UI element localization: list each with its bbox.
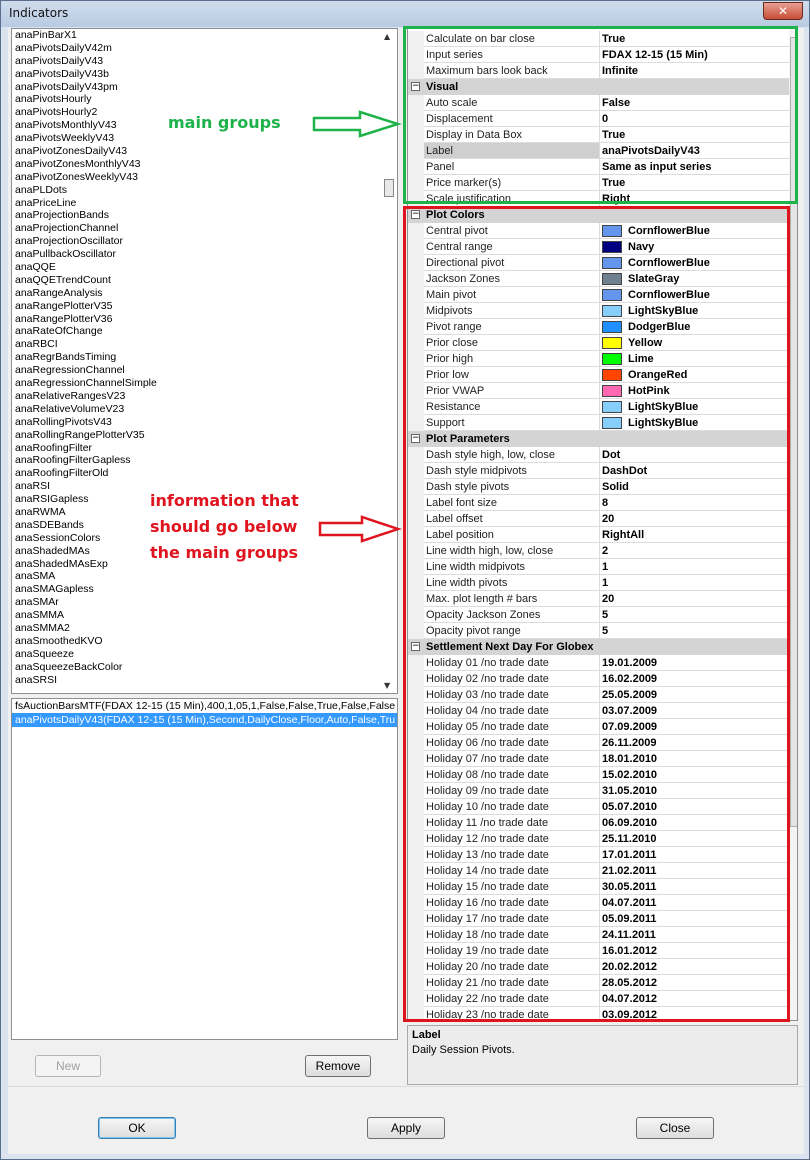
indicator-list-item[interactable]: anaSMMA [12, 609, 397, 622]
indicator-list-item[interactable]: anaSMMA2 [12, 622, 397, 635]
applied-indicator-item[interactable]: fsAuctionBarsMTF(FDAX 12-15 (15 Min),400… [12, 699, 397, 713]
indicator-list-item[interactable]: anaPivotZonesWeeklyV43 [12, 171, 397, 184]
indicator-list-item[interactable]: anaSMA [12, 570, 397, 583]
indicator-list-item[interactable]: anaRateOfChange [12, 325, 397, 338]
indicator-list-item[interactable]: anaPLDots [12, 184, 397, 197]
main-groups-highlight-box [403, 26, 798, 204]
help-title: Label [412, 1029, 441, 1041]
indicator-list-item[interactable]: anaQQETrendCount [12, 274, 397, 287]
annotation-below-groups: information that should go below the mai… [150, 488, 299, 566]
scroll-up-arrow-icon[interactable]: ▲ [384, 32, 390, 41]
indicator-list-item[interactable]: anaRegressionChannel [12, 364, 397, 377]
dialog-button-bar: OK Apply Close [8, 1086, 804, 1154]
indicator-list-item[interactable]: anaRoofingFilter [12, 442, 397, 455]
indicator-list-item[interactable]: anaPivotZonesMonthlyV43 [12, 158, 397, 171]
indicator-list-scroll-thumb[interactable] [384, 179, 394, 197]
annotation-line: should go below [150, 517, 298, 536]
scroll-down-arrow-icon[interactable]: ▼ [384, 681, 390, 690]
annotation-line: main groups [168, 113, 281, 132]
indicator-list-item[interactable]: anaRegressionChannelSimple [12, 377, 397, 390]
indicator-list-item[interactable]: anaProjectionBands [12, 209, 397, 222]
indicator-list-item[interactable]: anaRelativeVolumeV23 [12, 403, 397, 416]
title-bar[interactable]: Indicators ✕ [1, 1, 809, 27]
indicator-list-item[interactable]: anaPriceLine [12, 197, 397, 210]
ok-button[interactable]: OK [98, 1117, 176, 1139]
indicator-list-item[interactable]: anaPinBarX1 [12, 29, 397, 42]
indicator-list-item[interactable]: anaSMAGapless [12, 583, 397, 596]
close-window-button[interactable]: ✕ [763, 2, 803, 20]
indicator-list-item[interactable]: anaPullbackOscillator [12, 248, 397, 261]
applied-indicators-items: fsAuctionBarsMTF(FDAX 12-15 (15 Min),400… [12, 699, 397, 727]
new-button[interactable]: New [35, 1055, 101, 1077]
annotation-main-groups: main groups [168, 110, 281, 136]
indicator-list-item[interactable]: anaPivotsDailyV43 [12, 55, 397, 68]
green-arrow-icon [312, 110, 402, 138]
indicator-list-item[interactable]: anaRegrBandsTiming [12, 351, 397, 364]
indicator-list-item[interactable]: anaRoofingFilterOld [12, 467, 397, 480]
indicator-list-item[interactable]: anaRangePlotterV36 [12, 313, 397, 326]
indicator-list-item[interactable]: anaSqueeze [12, 648, 397, 661]
indicator-list-item[interactable]: anaProjectionOscillator [12, 235, 397, 248]
window-title: Indicators [9, 6, 69, 20]
applied-indicator-item[interactable]: anaPivotsDailyV43(FDAX 12-15 (15 Min),Se… [12, 713, 397, 727]
indicator-list-item[interactable]: anaRollingPivotsV43 [12, 416, 397, 429]
indicator-list-item[interactable]: anaProjectionChannel [12, 222, 397, 235]
indicator-list-item[interactable]: anaPivotsDailyV43pm [12, 81, 397, 94]
applied-indicators-list[interactable]: fsAuctionBarsMTF(FDAX 12-15 (15 Min),400… [11, 698, 398, 1040]
indicator-list-item[interactable]: anaRollingRangePlotterV35 [12, 429, 397, 442]
indicator-list-item[interactable]: anaRelativeRangesV23 [12, 390, 397, 403]
indicator-list-item[interactable]: anaRBCI [12, 338, 397, 351]
below-groups-highlight-box [403, 206, 790, 1022]
apply-button[interactable]: Apply [367, 1117, 445, 1139]
help-text: Daily Session Pivots. [412, 1044, 515, 1056]
indicator-list-item[interactable]: anaSRSI [12, 674, 397, 687]
indicator-list-item[interactable]: anaPivotsDailyV43b [12, 68, 397, 81]
indicator-list-item[interactable]: anaQQE [12, 261, 397, 274]
indicator-list-item[interactable]: anaPivotsDailyV42m [12, 42, 397, 55]
indicator-list-item[interactable]: anaSmoothedKVO [12, 635, 397, 648]
indicator-list-item[interactable]: anaRangeAnalysis [12, 287, 397, 300]
indicator-list-item[interactable]: anaPivotZonesDailyV43 [12, 145, 397, 158]
annotation-line: information that [150, 491, 299, 510]
annotation-line: the main groups [150, 543, 299, 562]
indicator-list-item[interactable]: anaRoofingFilterGapless [12, 454, 397, 467]
property-help-panel: Label Daily Session Pivots. [407, 1025, 798, 1085]
indicator-list-item[interactable]: anaSMAr [12, 596, 397, 609]
red-arrow-icon [318, 515, 402, 543]
close-button[interactable]: Close [636, 1117, 714, 1139]
remove-button[interactable]: Remove [305, 1055, 371, 1077]
indicator-list-item[interactable]: anaRangePlotterV35 [12, 300, 397, 313]
indicator-list-item[interactable]: anaSqueezeBackColor [12, 661, 397, 674]
indicator-list-item[interactable]: anaPivotsHourly [12, 93, 397, 106]
